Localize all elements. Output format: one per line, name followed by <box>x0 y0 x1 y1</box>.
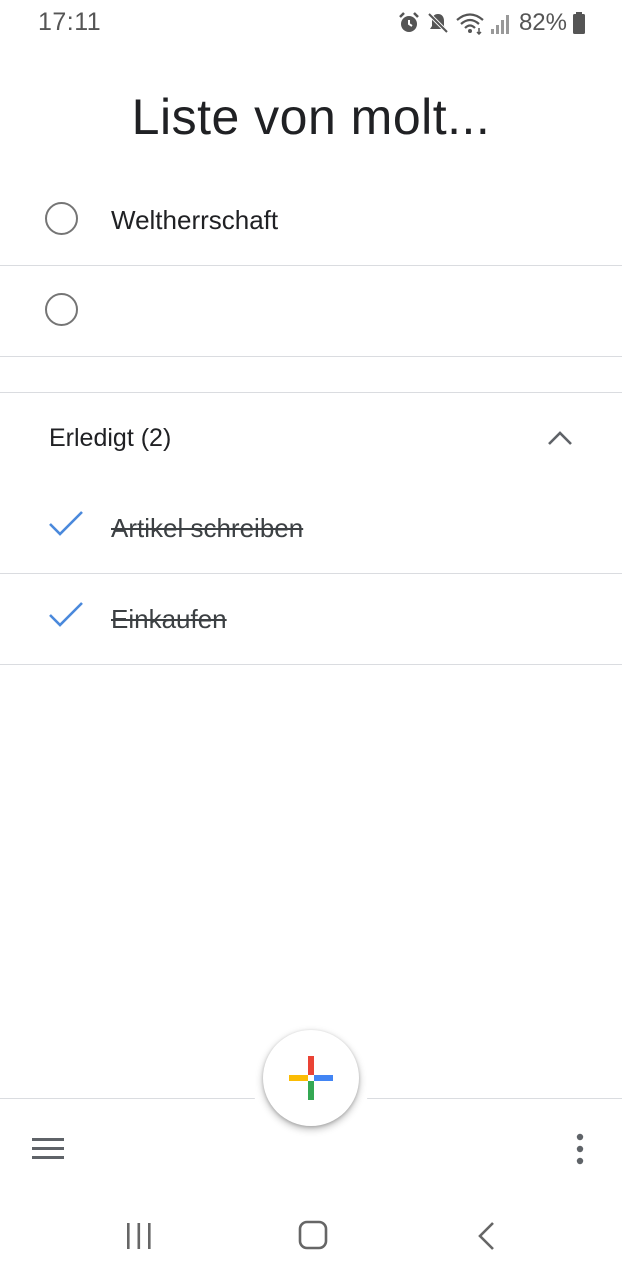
task-complete-checkbox[interactable] <box>45 293 78 326</box>
status-icons: 82% <box>397 8 586 38</box>
recent-apps-icon[interactable] <box>122 1220 156 1252</box>
completed-section-title: Erledigt (2) <box>49 424 172 452</box>
completed-section-header[interactable]: Erledigt (2) <box>0 394 622 482</box>
back-icon[interactable] <box>474 1220 500 1252</box>
mute-icon <box>427 12 449 34</box>
task-row[interactable] <box>0 266 622 357</box>
battery-icon <box>573 12 585 34</box>
list-title[interactable]: Liste von molt... <box>0 88 622 146</box>
completed-task-row[interactable]: Artikel schreiben <box>0 483 622 574</box>
more-options-icon[interactable] <box>568 1132 592 1166</box>
signal-icon <box>490 15 509 34</box>
task-row[interactable]: Weltherrschaft <box>0 175 622 266</box>
status-bar: 17:11 82% <box>0 0 622 46</box>
battery-percentage: 82% <box>518 9 567 36</box>
alarm-icon <box>399 12 419 32</box>
completed-task-title[interactable]: Artikel schreiben <box>111 513 303 544</box>
checkmark-icon[interactable] <box>48 600 84 632</box>
system-navigation-bar <box>0 1198 622 1280</box>
plus-icon <box>289 1056 333 1100</box>
chevron-up-icon[interactable] <box>544 422 576 454</box>
status-time: 17:11 <box>38 8 102 36</box>
completed-task-title[interactable]: Einkaufen <box>111 604 227 635</box>
section-divider <box>0 392 622 393</box>
wifi-icon <box>456 13 484 35</box>
checkmark-icon[interactable] <box>48 509 84 541</box>
menu-icon[interactable] <box>30 1134 68 1164</box>
completed-task-row[interactable]: Einkaufen <box>0 574 622 665</box>
add-task-fab[interactable] <box>263 1030 359 1126</box>
task-title[interactable]: Weltherrschaft <box>111 205 278 236</box>
home-icon[interactable] <box>297 1219 329 1251</box>
task-complete-checkbox[interactable] <box>45 202 78 235</box>
